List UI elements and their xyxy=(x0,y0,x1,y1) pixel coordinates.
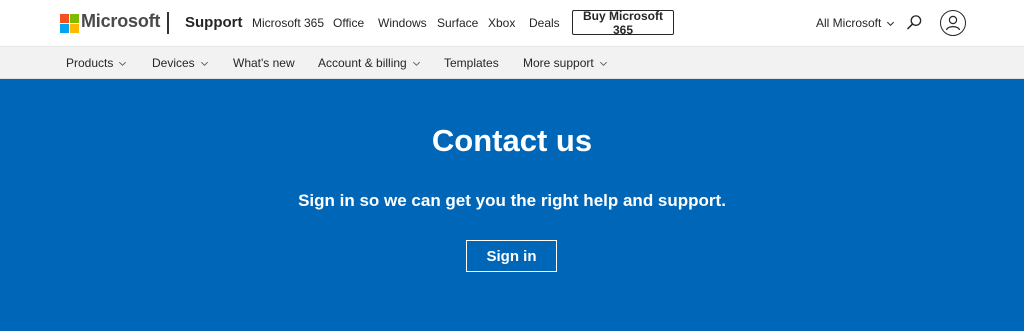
chevron-down-icon xyxy=(119,61,127,66)
nav-link-surface[interactable]: Surface xyxy=(437,16,478,30)
chevron-down-icon xyxy=(412,61,420,66)
subnav-item-devices[interactable]: Devices xyxy=(152,56,209,70)
search-icon[interactable] xyxy=(906,14,923,31)
account-icon[interactable] xyxy=(940,10,966,36)
support-subnav: Products Devices What's new Account & bi… xyxy=(0,47,1024,79)
subnav-label: More support xyxy=(523,56,594,70)
nav-link-windows[interactable]: Windows xyxy=(378,16,427,30)
subnav-item-products[interactable]: Products xyxy=(66,56,127,70)
chevron-down-icon xyxy=(887,21,895,26)
microsoft-logo-icon xyxy=(60,13,79,33)
contact-hero: Contact us Sign in so we can get you the… xyxy=(0,79,1024,331)
brand-name[interactable]: Microsoft xyxy=(81,11,160,32)
nav-link-deals[interactable]: Deals xyxy=(529,16,560,30)
subnav-label: Devices xyxy=(152,56,195,70)
all-microsoft-menu[interactable]: All Microsoft xyxy=(816,16,895,30)
subnav-item-whats-new[interactable]: What's new xyxy=(233,56,295,70)
subnav-item-account-billing[interactable]: Account & billing xyxy=(318,56,421,70)
chevron-down-icon xyxy=(599,61,607,66)
subnav-item-templates[interactable]: Templates xyxy=(444,56,499,70)
all-microsoft-label: All Microsoft xyxy=(816,16,882,30)
subnav-label: Products xyxy=(66,56,114,70)
site-header: Microsoft Support Microsoft 365 Office W… xyxy=(0,0,1024,47)
person-icon xyxy=(945,15,961,31)
support-home-link[interactable]: Support xyxy=(185,14,243,31)
microsoft-logo-link[interactable] xyxy=(60,13,79,33)
page-title: Contact us xyxy=(431,123,593,158)
subnav-item-more-support[interactable]: More support xyxy=(523,56,608,70)
hero-subtitle: Sign in so we can get you the right help… xyxy=(298,191,726,210)
buy-microsoft-365-button[interactable]: Buy Microsoft 365 xyxy=(572,9,674,37)
sign-in-button[interactable]: Sign in xyxy=(466,240,557,272)
nav-link-xbox[interactable]: Xbox xyxy=(488,16,515,30)
nav-link-microsoft-365[interactable]: Microsoft 365 xyxy=(252,16,324,30)
header-divider xyxy=(167,12,169,34)
nav-link-office[interactable]: Office xyxy=(333,16,364,30)
subnav-label: Templates xyxy=(444,56,499,70)
subnav-label: What's new xyxy=(233,56,295,70)
chevron-down-icon xyxy=(200,61,208,66)
subnav-label: Account & billing xyxy=(318,56,407,70)
